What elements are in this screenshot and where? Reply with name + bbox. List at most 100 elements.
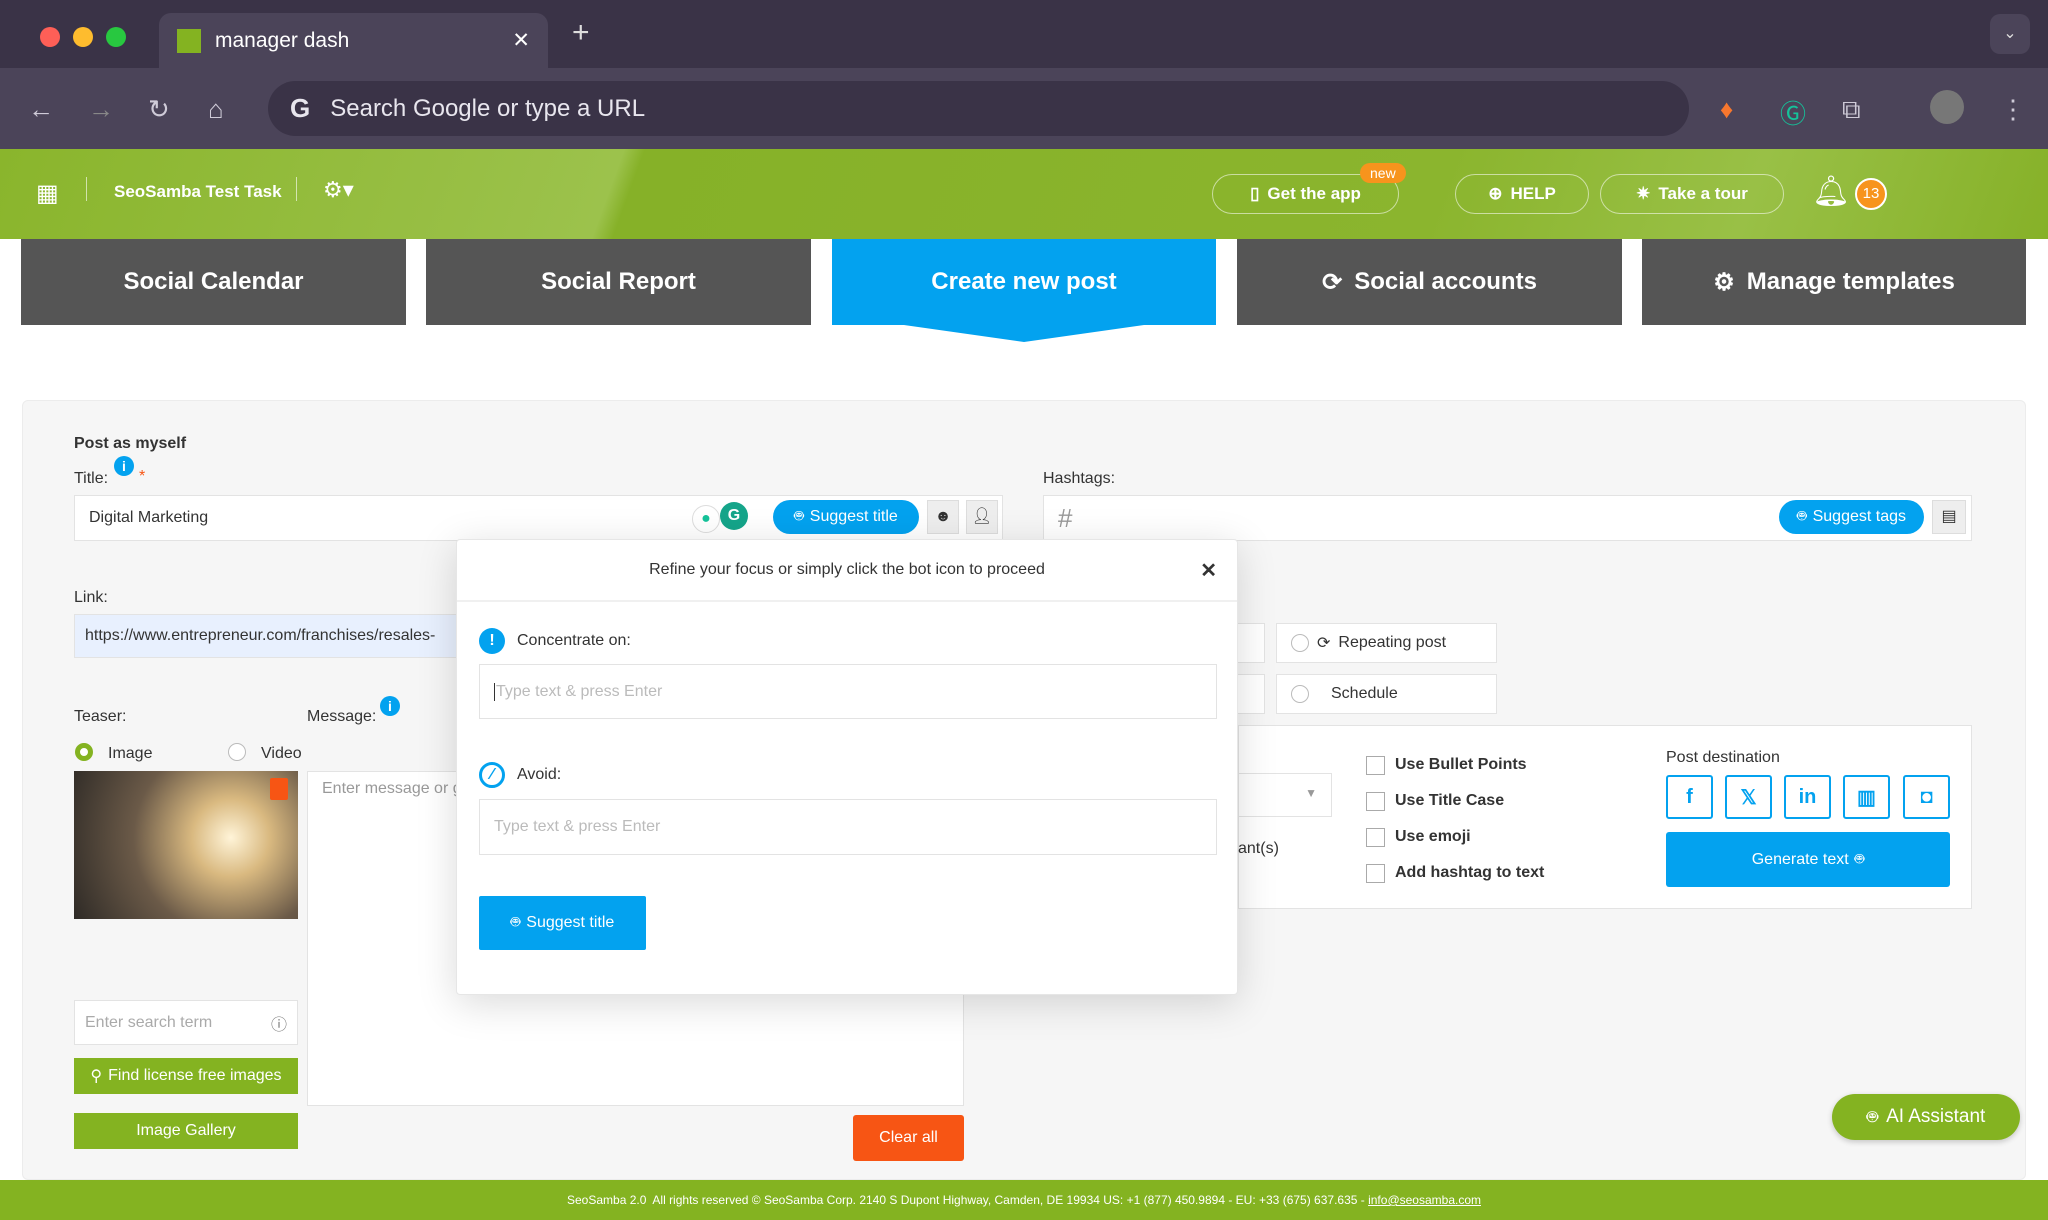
tab-social-accounts[interactable]: ⟳ Social accounts xyxy=(1237,239,1622,325)
info-icon[interactable]: i xyxy=(380,696,400,716)
checkbox[interactable] xyxy=(1366,863,1385,883)
close-window-button[interactable] xyxy=(40,27,60,47)
divider xyxy=(86,177,87,201)
ban-icon: ⁄ xyxy=(479,762,505,788)
robot-icon: 🤖︎ xyxy=(1854,850,1865,868)
site-name[interactable]: SeoSamba Test Task xyxy=(114,182,282,202)
popup-suggest-title-label: Suggest title xyxy=(526,914,615,931)
concentrate-input[interactable]: Type text & press Enter xyxy=(479,664,1217,719)
reload-icon[interactable]: ↻ xyxy=(148,94,170,125)
address-bar[interactable]: G Search Google or type a URL xyxy=(268,81,1689,136)
close-tab-icon[interactable]: ✕ xyxy=(512,28,530,53)
find-images-button[interactable]: ⚲ Find license free images xyxy=(74,1058,298,1094)
google-business-destination[interactable]: ▥ xyxy=(1843,775,1890,819)
clear-all-button[interactable]: Clear all xyxy=(853,1115,964,1161)
facebook-destination[interactable]: f xyxy=(1666,775,1713,819)
delete-image-icon[interactable] xyxy=(270,778,288,800)
grammarly-icon[interactable]: Ⓖ xyxy=(1780,94,1806,131)
hashtag-list-icon[interactable]: ▤ xyxy=(1932,500,1966,534)
teaser-image xyxy=(74,771,298,919)
maximize-window-button[interactable] xyxy=(106,27,126,47)
bullet-points-option[interactable]: Use Bullet Points xyxy=(1366,747,1544,783)
tab-list-button[interactable]: ⌄ xyxy=(1990,14,2030,54)
footer-email-link[interactable]: info@seosamba.com xyxy=(1368,1193,1481,1207)
x-destination[interactable]: 𝕏 xyxy=(1725,775,1772,819)
hashtag-option[interactable]: Add hashtag to text xyxy=(1366,855,1544,891)
grammarly-suggestion-icon[interactable]: ● xyxy=(692,505,720,533)
back-icon[interactable]: ← xyxy=(28,94,54,125)
title-value: Digital Marketing xyxy=(89,509,209,526)
new-tab-button[interactable]: + xyxy=(572,16,590,50)
checkbox[interactable] xyxy=(1366,827,1385,847)
take-tour-button[interactable]: ✷ Take a tour xyxy=(1600,174,1784,214)
linkedin-destination[interactable]: in xyxy=(1784,775,1831,819)
get-app-label: Get the app xyxy=(1267,184,1361,203)
schedule-option[interactable]: Schedule xyxy=(1276,674,1497,714)
instagram-icon: ◘ xyxy=(1920,785,1933,808)
bell-icon[interactable]: 🔔︎ xyxy=(1812,174,1850,209)
repeating-post-option[interactable]: ⟳ Repeating post xyxy=(1276,623,1497,663)
required-asterisk: * xyxy=(139,468,146,485)
video-radio[interactable] xyxy=(228,743,246,761)
suggest-tags-button[interactable]: 🤖︎ Suggest tags xyxy=(1779,500,1924,534)
checkbox[interactable] xyxy=(1366,791,1385,811)
minimize-window-button[interactable] xyxy=(73,27,93,47)
schedule-radio[interactable] xyxy=(1291,685,1309,703)
avoid-input[interactable]: Type text & press Enter xyxy=(479,799,1217,855)
repeating-radio[interactable] xyxy=(1291,634,1309,652)
tab-label: Social Calendar xyxy=(123,268,304,295)
generate-text-button[interactable]: Generate text 🤖︎ xyxy=(1666,832,1950,887)
info-icon[interactable]: i xyxy=(114,456,134,476)
phone-icon: ▯ xyxy=(1250,184,1260,203)
home-icon[interactable]: ⌂ xyxy=(208,94,224,125)
menu-kebab-icon[interactable]: ⋮ xyxy=(2000,94,2026,125)
tab-social-report[interactable]: Social Report xyxy=(426,239,811,325)
suggest-tags-label: Suggest tags xyxy=(1812,508,1906,525)
help-label: HELP xyxy=(1510,184,1556,203)
settings-gear-icon[interactable]: ⚙▾ xyxy=(323,177,354,203)
clear-all-label: Clear all xyxy=(879,1129,938,1146)
image-radio[interactable] xyxy=(75,743,93,761)
repeat-icon: ⟳ xyxy=(1317,635,1331,652)
image-gallery-label: Image Gallery xyxy=(136,1122,236,1139)
robot-icon: 🤖︎ xyxy=(1866,1106,1879,1128)
title-case-option[interactable]: Use Title Case xyxy=(1366,783,1544,819)
divider xyxy=(296,177,297,201)
help-button[interactable]: ⊕ HELP xyxy=(1455,174,1589,214)
close-icon[interactable]: ✕ xyxy=(1200,558,1217,583)
info-icon[interactable]: ⓘ xyxy=(271,1011,287,1035)
user-icon[interactable]: 👤︎ xyxy=(966,500,998,534)
schedule-label: Schedule xyxy=(1331,685,1398,702)
ai-assistant-button[interactable]: 🤖︎ AI Assistant xyxy=(1832,1094,2020,1140)
notification-count-badge[interactable]: 13 xyxy=(1855,178,1887,210)
robot-icon: 🤖︎ xyxy=(510,914,521,931)
browser-tab[interactable]: manager dash ✕ xyxy=(159,13,548,68)
instagram-destination[interactable]: ◘ xyxy=(1903,775,1950,819)
emoji-option[interactable]: Use emoji xyxy=(1366,819,1544,855)
suggest-title-label: Suggest title xyxy=(809,508,898,525)
search-placeholder: Enter search term xyxy=(85,1013,213,1031)
tab-manage-templates[interactable]: ⚙ Manage templates xyxy=(1642,239,2026,325)
extension-icon[interactable]: ♦ xyxy=(1720,94,1733,125)
new-badge: new xyxy=(1360,163,1406,183)
find-images-label: Find license free images xyxy=(108,1067,282,1084)
popup-suggest-title-button[interactable]: 🤖︎ Suggest title xyxy=(479,896,646,950)
image-gallery-button[interactable]: Image Gallery xyxy=(74,1113,298,1149)
extensions-puzzle-icon[interactable]: ⧉ xyxy=(1842,94,1861,126)
tab-create-new-post[interactable]: Create new post xyxy=(832,239,1216,325)
concentrate-label: Concentrate on: xyxy=(517,632,631,649)
checkbox[interactable] xyxy=(1366,755,1385,775)
robot-icon: 🤖︎ xyxy=(1796,508,1807,525)
google-icon: G xyxy=(290,93,311,123)
profile-avatar[interactable] xyxy=(1930,90,1964,124)
apps-grid-icon[interactable]: ▦ xyxy=(36,179,59,208)
image-search-input[interactable]: Enter search term ⓘ xyxy=(74,1000,298,1045)
forward-icon[interactable]: → xyxy=(88,94,114,125)
grammarly-icon[interactable]: G xyxy=(720,502,748,530)
message-label: Message: xyxy=(307,708,377,725)
dropdown-select[interactable]: ▼ xyxy=(1238,773,1332,817)
lifebuoy-icon: ⊕ xyxy=(1488,184,1503,203)
suggest-title-button[interactable]: 🤖︎ Suggest title xyxy=(773,500,919,534)
emoji-icon[interactable]: ☻ xyxy=(927,500,959,534)
tab-social-calendar[interactable]: Social Calendar xyxy=(21,239,406,325)
